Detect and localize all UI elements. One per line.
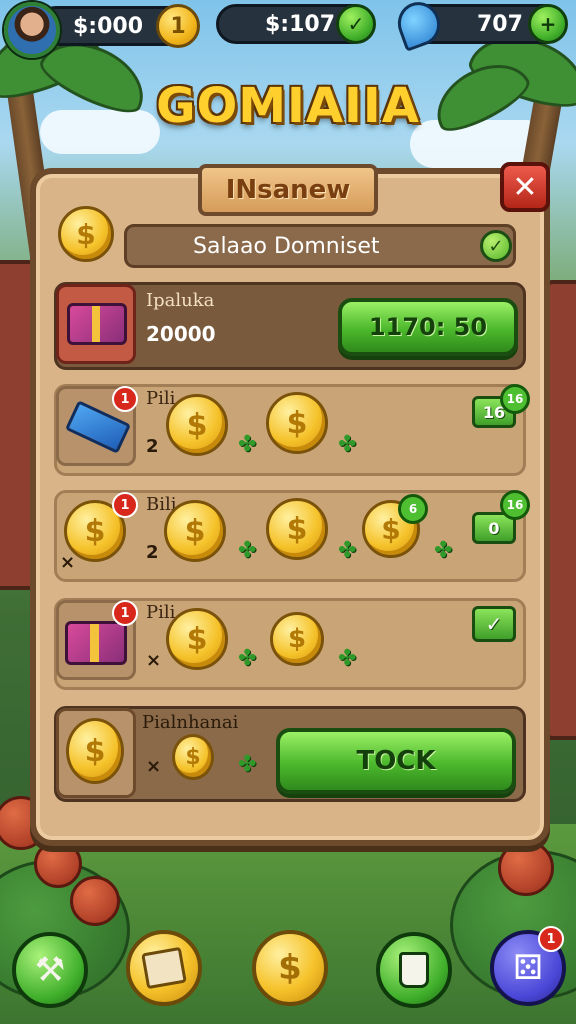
nav-build-button[interactable]: ⚒ xyxy=(12,932,88,1008)
fruit xyxy=(34,840,82,888)
hut-right xyxy=(546,280,576,740)
add-gems-button[interactable]: + xyxy=(528,4,568,44)
row-quantity: × xyxy=(146,650,162,671)
cash-value: $:107 xyxy=(265,11,336,37)
notification-badge: 1 xyxy=(112,600,138,626)
coin-icon: 1 xyxy=(170,13,186,39)
name-bar-text: Salaao Domniset xyxy=(193,233,380,259)
bulk-label: Pialnhanai xyxy=(142,712,239,733)
clover-icon: ✤ xyxy=(338,538,357,563)
nav-map-button[interactable] xyxy=(126,930,202,1006)
coins-value: $:000 xyxy=(73,13,144,39)
fruit xyxy=(498,840,554,896)
gems-value: 707 xyxy=(477,11,523,37)
clover-icon: ✤ xyxy=(338,432,357,457)
coin-icon: $ xyxy=(166,394,228,456)
coin-icon: $ xyxy=(266,392,328,454)
notification-badge: 1 xyxy=(112,492,138,518)
coin-icon: $ xyxy=(164,500,226,562)
add-coins-button[interactable]: 1 xyxy=(156,4,200,48)
featured-buy-button[interactable]: 1170: 50 xyxy=(338,298,518,356)
name-bar: Salaao Domniset xyxy=(124,224,516,268)
clover-icon: ✤ xyxy=(238,646,257,671)
coin-icon: $ xyxy=(270,612,324,666)
panel-title-banner: INsanew xyxy=(198,164,378,216)
nav-shop-button[interactable]: $ xyxy=(252,930,328,1006)
gift-box-icon xyxy=(67,303,127,345)
coin-icon: $ xyxy=(66,718,124,784)
coin-icon: $ xyxy=(278,948,302,988)
row-quantity: 2 xyxy=(146,436,159,457)
clover-icon: ✤ xyxy=(238,432,257,457)
dice-icon: ⚄ xyxy=(513,948,543,988)
cash-check-button[interactable]: ✓ xyxy=(336,4,376,44)
nav-profile-button[interactable] xyxy=(376,932,452,1008)
coin-icon: $ xyxy=(58,206,114,262)
fruit xyxy=(70,876,120,926)
game-title: GOMIAIIA xyxy=(156,78,420,134)
featured-price: 1170: 50 xyxy=(368,313,488,341)
check-icon: ✓ xyxy=(347,12,365,36)
coin-icon: $ xyxy=(172,734,214,780)
clover-icon: ✤ xyxy=(434,538,453,563)
gift-box-icon xyxy=(65,621,127,665)
row-check-button[interactable]: ✓ xyxy=(472,606,516,642)
coin-icon: $ xyxy=(266,498,328,560)
close-button[interactable]: ✕ xyxy=(500,162,550,212)
multiplier-icon: × xyxy=(60,552,76,573)
featured-label: Ipaluka xyxy=(146,290,215,311)
panel-title: INsanew xyxy=(225,175,351,205)
featured-amount: 20000 xyxy=(146,322,216,346)
shirt-icon xyxy=(399,952,429,988)
row-side-badge: 16 xyxy=(500,490,530,520)
coin-badge: 6 xyxy=(398,494,428,524)
clover-icon: ✤ xyxy=(238,538,257,563)
row-quantity: 2 xyxy=(146,542,159,563)
tock-button-label: TOCK xyxy=(356,746,436,776)
row-side-badge: 16 xyxy=(500,384,530,414)
featured-item-slot xyxy=(56,284,136,364)
hammer-icon: ⚒ xyxy=(34,950,66,990)
coin-icon: $ xyxy=(166,608,228,670)
notification-badge: 1 xyxy=(112,386,138,412)
dice-notification-badge: 1 xyxy=(538,926,564,952)
clover-icon: ✤ xyxy=(338,646,357,671)
name-check-icon: ✓ xyxy=(480,230,512,262)
tock-button[interactable]: TOCK xyxy=(276,728,516,794)
plus-icon: + xyxy=(539,12,557,36)
close-icon: ✕ xyxy=(512,169,538,205)
bulk-quantity: × xyxy=(146,756,162,777)
player-avatar[interactable] xyxy=(4,2,60,58)
clover-icon: ✤ xyxy=(238,752,257,777)
map-icon xyxy=(141,946,187,990)
